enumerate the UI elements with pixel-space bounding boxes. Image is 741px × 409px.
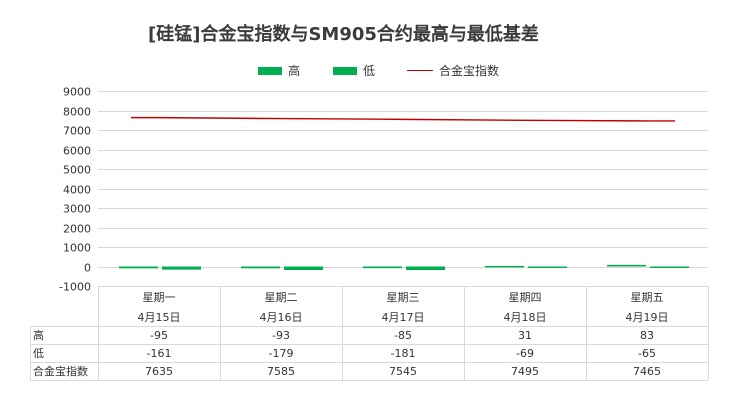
bar-low — [528, 266, 567, 268]
category-date-label: 4月18日 — [504, 311, 547, 324]
y-tick-label: 7000 — [63, 125, 91, 138]
table-value: 31 — [518, 329, 532, 342]
table-value: -179 — [269, 347, 294, 360]
category-day-label: 星期五 — [631, 291, 664, 304]
bar-high — [607, 264, 646, 267]
category-date-label: 4月17日 — [382, 311, 425, 324]
y-tick-label: 8000 — [63, 106, 91, 119]
category-day-label: 星期四 — [509, 291, 542, 304]
bar-high — [363, 266, 402, 269]
y-tick-label: 1000 — [63, 242, 91, 255]
bar-low — [650, 266, 689, 268]
y-tick-label: 6000 — [63, 145, 91, 158]
table-value: 7585 — [267, 365, 295, 378]
table-series-label: 低 — [33, 347, 44, 360]
table-value: -93 — [272, 329, 290, 342]
table-series-label: 合金宝指数 — [33, 364, 88, 378]
y-tick-label: 5000 — [63, 164, 91, 177]
table-value: 7635 — [145, 365, 173, 378]
category-day-label: 星期三 — [387, 291, 420, 304]
table-series-label: 高 — [33, 328, 44, 342]
bar-low — [406, 266, 445, 271]
table-value: -181 — [391, 347, 416, 360]
table-value: -69 — [516, 347, 534, 360]
table-value: -65 — [638, 347, 656, 360]
y-tick-label: -1000 — [59, 281, 91, 294]
table-value: -161 — [147, 347, 172, 360]
index-line — [131, 116, 675, 122]
y-tick-label: 4000 — [63, 184, 91, 197]
y-tick-label: 2000 — [63, 223, 91, 236]
category-date-label: 4月16日 — [260, 311, 303, 324]
category-day-label: 星期一 — [143, 291, 176, 304]
table-value: 7495 — [511, 365, 539, 378]
table-value: -85 — [394, 329, 412, 342]
category-date-label: 4月15日 — [138, 311, 181, 324]
index-line-series — [131, 116, 675, 122]
category-date-label: 4月19日 — [626, 311, 669, 324]
bar-low — [162, 266, 201, 270]
table-value: 7465 — [633, 365, 661, 378]
bar-high — [119, 266, 158, 269]
data-table: 星期一 4月15日 星期二 4月16日 星期三 4月17日 星期四 4月18日 星期五 4月19日… — [30, 286, 709, 381]
table-value: 83 — [640, 329, 654, 342]
y-tick-label: 0 — [84, 262, 91, 275]
table-value: -95 — [150, 329, 168, 342]
chart-area: 9000 8000 7000 6000 5000 4000 3000 2000 1000 0 -10… — [30, 86, 709, 381]
bar-high — [485, 265, 524, 268]
y-tick-label: 3000 — [63, 203, 91, 216]
table-value: 7545 — [389, 365, 417, 378]
y-tick-label: 9000 — [63, 86, 91, 99]
category-day-label: 星期二 — [265, 291, 298, 304]
bar-high — [241, 266, 280, 269]
bar-low — [284, 266, 323, 270]
y-axis: 9000 8000 7000 6000 5000 4000 3000 2000 1000 0 -10… — [59, 86, 91, 294]
